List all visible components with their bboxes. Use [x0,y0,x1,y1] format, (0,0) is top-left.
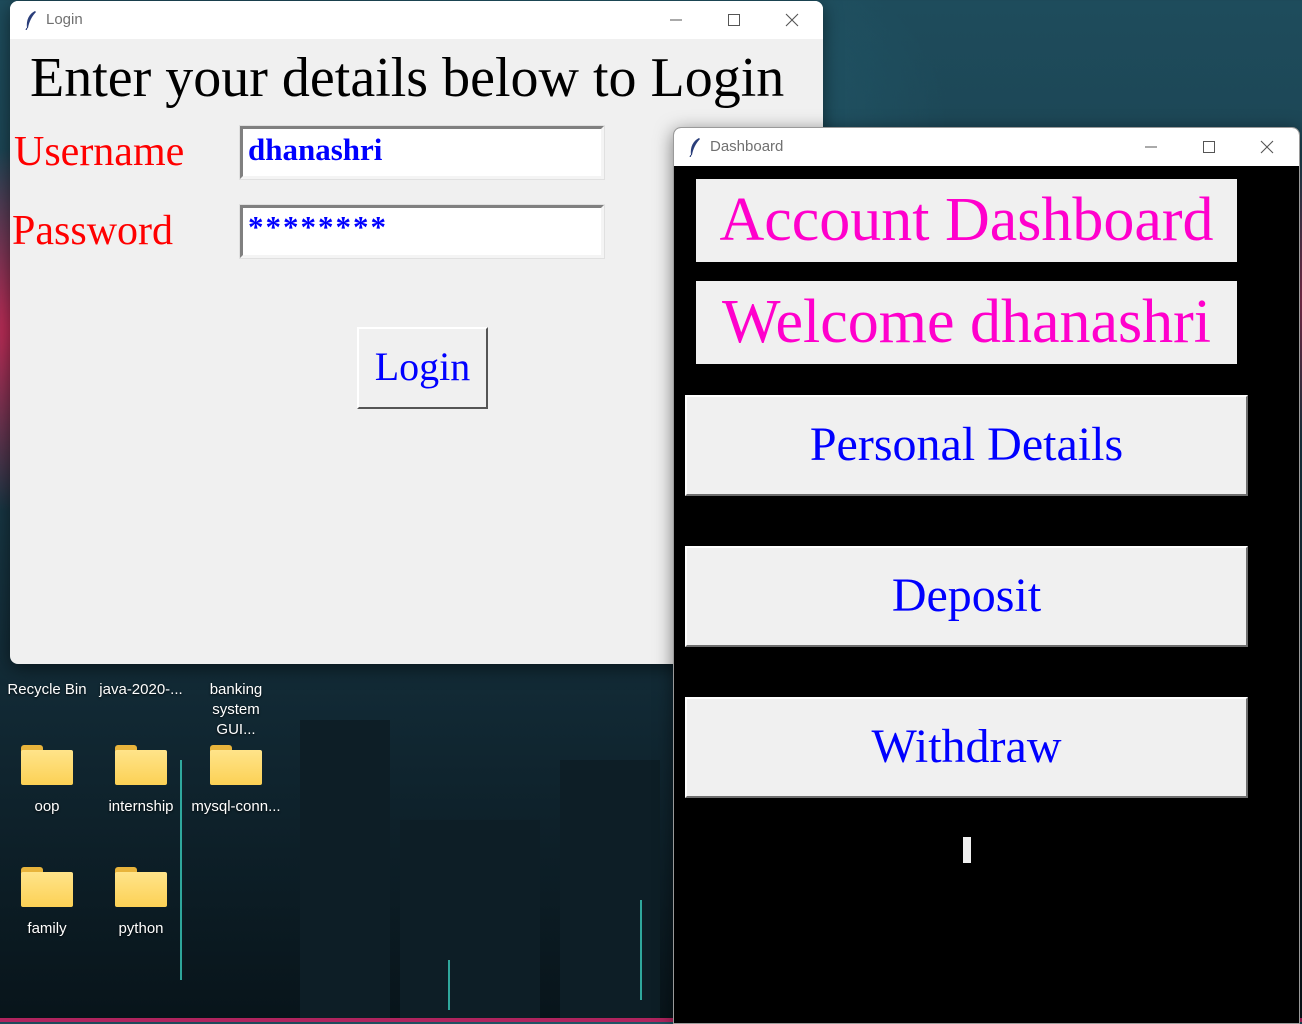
folder-icon [21,745,73,785]
desktop-icon-mysql-folder[interactable]: mysql-conn... [191,745,281,817]
desktop-icon-recycle-bin[interactable]: Recycle Bin [2,680,92,700]
minimize-icon [670,19,682,21]
login-button[interactable]: Login [357,327,488,409]
desktop-icon-internship-folder[interactable]: internship [96,745,186,817]
desktop-icon-label: java-2020-... [99,681,183,698]
feather-icon [689,138,700,157]
folder-icon [210,745,262,785]
desktop-icon-python-folder[interactable]: python [96,867,186,939]
username-input[interactable]: dhanashri [239,125,605,180]
minimize-icon [1145,146,1157,148]
background-light-streak [640,900,642,1000]
dashboard-heading: Account Dashboard [696,179,1237,262]
deposit-button[interactable]: Deposit [685,546,1248,647]
background-building [560,760,660,1018]
desktop-icon-label: family [27,920,67,937]
desktop-icon-label: Recycle Bin [7,681,87,698]
login-heading: Enter your details below to Login [30,47,785,109]
close-icon [785,13,799,27]
folder-icon [115,867,167,907]
desktop-icon-label: oop [34,798,60,815]
minimize-button[interactable] [647,1,705,39]
maximize-button[interactable] [705,1,763,39]
folder-icon [21,867,73,907]
withdraw-button[interactable]: Withdraw [685,697,1248,798]
close-button[interactable] [763,1,821,39]
maximize-button[interactable] [1180,128,1238,166]
close-button[interactable] [1238,128,1296,166]
login-titlebar[interactable]: Login [10,1,823,39]
maximize-icon [728,14,740,26]
desktop-icon-label: mysql-conn... [191,798,281,815]
background-building [400,820,540,1018]
password-label: Password [12,208,174,254]
dashboard-window: Dashboard Account Dashboard Welcome dhan… [673,127,1300,1024]
desktop-icon-label: python [118,920,164,937]
desktop-icon-banking-folder[interactable]: banking system GUI... [191,680,281,740]
close-icon [1260,140,1274,154]
password-input[interactable]: ******** [239,204,605,259]
background-building [300,720,390,1018]
minimize-button[interactable] [1122,128,1180,166]
welcome-label: Welcome dhanashri [696,281,1237,364]
username-label: Username [14,129,185,175]
window-title: Login [46,11,83,28]
maximize-icon [1203,141,1215,153]
desktop-icon-java-folder[interactable]: java-2020-... [96,680,186,700]
small-empty-widget [963,837,971,863]
folder-icon [115,745,167,785]
desktop-icon-family-folder[interactable]: family [2,867,92,939]
background-light-streak [448,960,450,1010]
dashboard-titlebar[interactable]: Dashboard [674,128,1299,166]
desktop-icon-label: banking system GUI... [209,681,263,738]
personal-details-button[interactable]: Personal Details [685,395,1248,496]
desktop-icon-oop-folder[interactable]: oop [2,745,92,817]
window-title: Dashboard [710,138,784,155]
desktop-icon-label: internship [108,798,174,815]
feather-icon [25,11,36,30]
